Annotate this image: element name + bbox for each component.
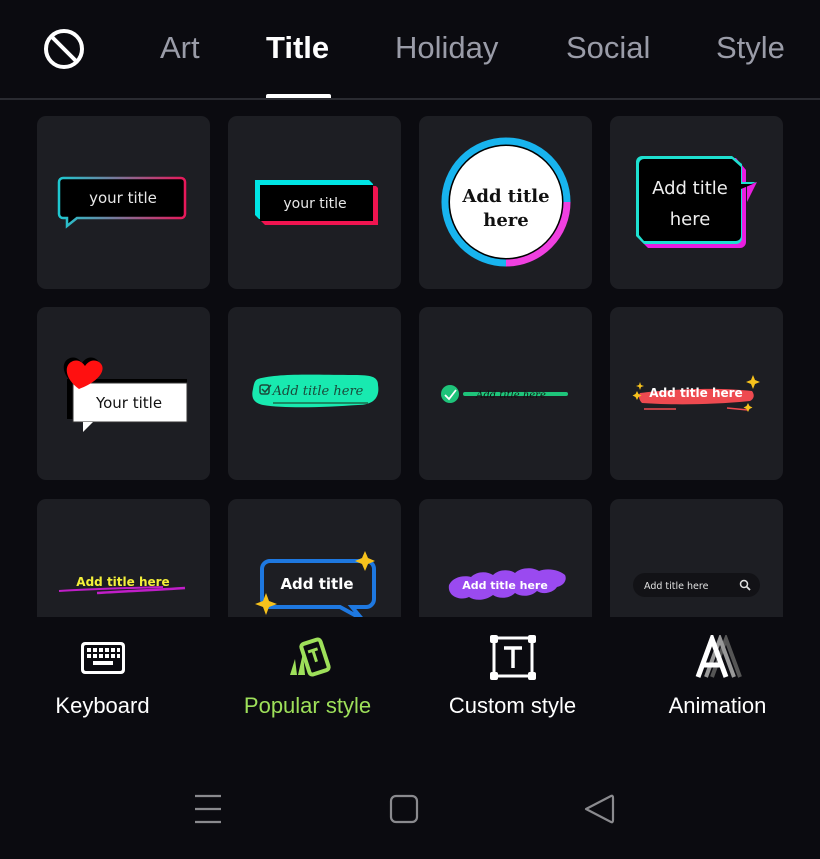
system-navigation-bar (0, 760, 820, 859)
category-tab-bar: Art Title Holiday Social Style (0, 0, 820, 100)
home-icon (389, 794, 419, 824)
circle-badge-preview: Add title here (441, 137, 571, 267)
template-tile[interactable]: Add title (228, 499, 401, 617)
template-tile[interactable]: Add title here (419, 307, 592, 480)
template-text: your title (283, 196, 346, 212)
template-text-line2: here (483, 210, 528, 231)
template-text-line1: Add title (461, 186, 549, 207)
template-text: Your title (95, 394, 162, 412)
template-text: your title (89, 189, 157, 207)
template-tile[interactable]: your title (228, 116, 401, 289)
purple-cloud-preview: Add title here (448, 568, 566, 600)
custom-style-tool-label: Custom style (448, 693, 577, 718)
bottom-toolbar: Keyboard Popular style Custom style Anim… (0, 617, 820, 737)
no-style-icon (44, 29, 84, 69)
custom-style-icon (489, 635, 536, 680)
back-button[interactable] (580, 790, 620, 830)
template-tile[interactable]: Your title (37, 307, 210, 480)
search-bar-preview: Add title here (633, 573, 760, 597)
template-text: Add title here (649, 386, 742, 400)
keyboard-tool-label: Keyboard (55, 693, 150, 718)
green-brush-check-preview: Add title here (252, 374, 379, 408)
template-text: Add title (280, 575, 353, 593)
popular-style-icon (289, 637, 331, 677)
animation-icon (695, 635, 742, 678)
template-text-line1: Add title (652, 178, 728, 199)
keyboard-tool-button[interactable]: Keyboard (0, 617, 205, 737)
yellow-magenta-scribble-preview: Add title here (58, 575, 186, 595)
template-tile[interactable]: Add title here (228, 307, 401, 480)
template-text: Add title here (272, 384, 364, 399)
template-tile[interactable]: Add title here (37, 499, 210, 617)
popular-style-tool-label: Popular style (243, 693, 372, 718)
template-text: Add title here (462, 579, 548, 592)
template-tile[interactable]: your title (37, 116, 210, 289)
neon-speech-box-preview: Add title here (636, 156, 757, 248)
template-tile[interactable]: Add title here (610, 116, 783, 289)
gradient-speech-bubble-preview: your title (57, 176, 187, 229)
template-tile[interactable]: Add title here (419, 116, 592, 289)
title-template-grid[interactable]: your title your title Add title here Add (0, 100, 820, 617)
blue-bubble-stars-preview: Add title (255, 551, 376, 617)
tab-art[interactable]: Art (160, 28, 200, 68)
animation-tool-label: Animation (668, 693, 767, 718)
home-button[interactable] (384, 790, 424, 830)
animation-tool-button[interactable]: Animation (615, 617, 820, 737)
template-tile[interactable]: Add title here (610, 307, 783, 480)
custom-style-tool-button[interactable]: Custom style (410, 617, 615, 737)
tab-holiday[interactable]: Holiday (395, 28, 498, 68)
template-tile[interactable]: Add title here (610, 499, 783, 617)
template-text: Add title here (76, 575, 169, 589)
template-text: Add title here (644, 581, 709, 592)
tab-title[interactable]: Title (266, 28, 329, 68)
recent-apps-icon (195, 794, 221, 824)
back-icon (584, 794, 615, 824)
template-text: Add title here (475, 390, 546, 401)
keyboard-icon (80, 642, 125, 674)
no-style-button[interactable] (42, 27, 86, 71)
recent-apps-button[interactable] (188, 790, 228, 830)
green-check-strike-preview: Add title here (441, 385, 568, 403)
tab-social[interactable]: Social (566, 28, 650, 68)
heart-speech-bubble-preview: Your title (63, 357, 188, 432)
tab-style[interactable]: Style (716, 28, 785, 68)
template-tile[interactable]: Add title here (419, 499, 592, 617)
red-brush-sparkle-preview: Add title here (632, 375, 760, 412)
template-text-line2: here (670, 209, 711, 230)
popular-style-tool-button[interactable]: Popular style (205, 617, 410, 737)
cyan-red-offset-box-preview: your title (255, 180, 378, 225)
